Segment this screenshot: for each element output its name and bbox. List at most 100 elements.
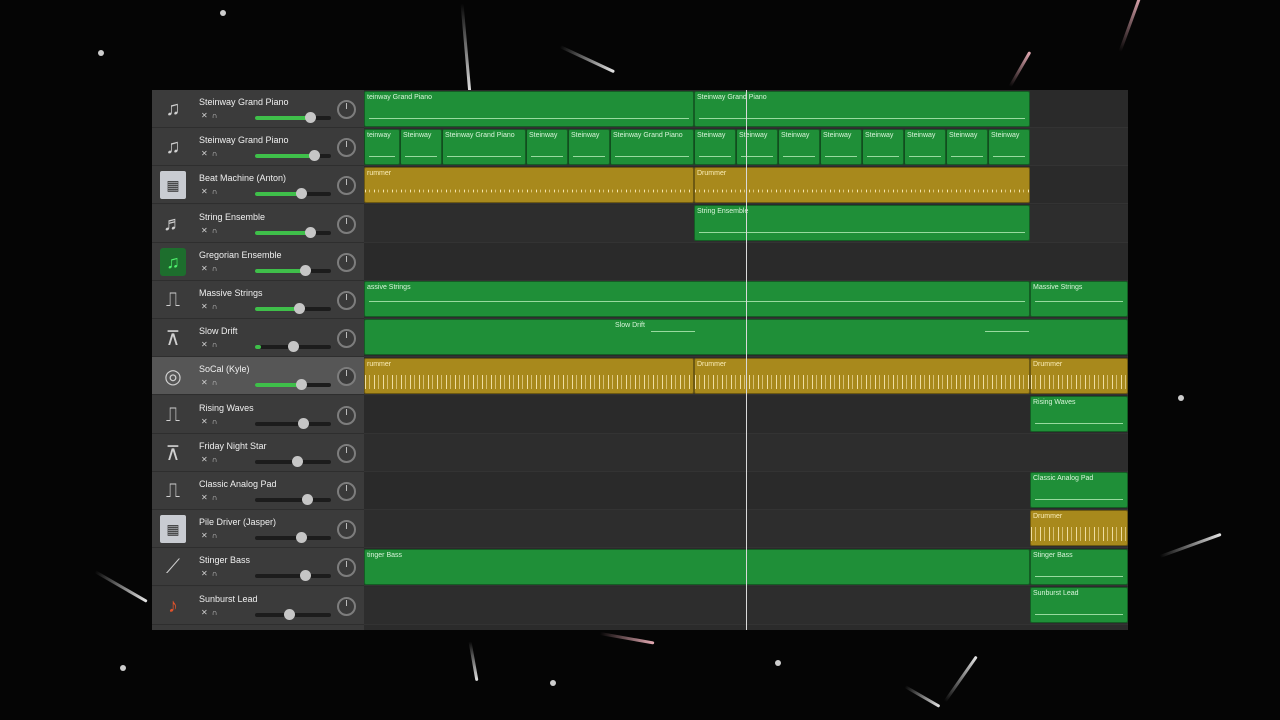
mute-icon[interactable]: ✕	[201, 264, 212, 273]
mute-solo-buttons[interactable]: ✕∩	[201, 531, 221, 540]
mute-icon[interactable]: ✕	[201, 417, 212, 426]
track-header[interactable]: ⎍ Rising Waves ✕∩	[152, 396, 364, 434]
track-header[interactable]: ⎍ Classic Analog Pad ✕∩	[152, 472, 364, 510]
volume-thumb[interactable]	[296, 532, 308, 543]
headphones-icon[interactable]: ∩	[212, 378, 222, 387]
volume-thumb[interactable]	[288, 341, 299, 352]
midi-region[interactable]: Rising Waves	[1030, 396, 1128, 432]
track-header[interactable]: ♫ Steinway Grand Piano ✕∩	[152, 128, 364, 166]
midi-region[interactable]: Steinway	[526, 129, 568, 165]
mute-icon[interactable]: ✕	[201, 149, 212, 158]
pan-knob[interactable]	[337, 176, 356, 195]
midi-region[interactable]: teinway	[364, 129, 400, 165]
track-header[interactable]: ▦ Beat Machine (Anton) ✕∩	[152, 166, 364, 204]
headphones-icon[interactable]: ∩	[212, 569, 222, 578]
midi-region[interactable]: assive Strings	[364, 281, 1030, 317]
midi-region[interactable]: Classic Analog Pad	[1030, 472, 1128, 508]
midi-region[interactable]: Steinway Grand Piano	[694, 91, 1030, 127]
mute-solo-buttons[interactable]: ✕∩	[201, 149, 221, 158]
track-header[interactable]: ⊼ Friday Night Star ✕∩	[152, 434, 364, 472]
midi-region[interactable]: tinger Bass	[364, 549, 1030, 585]
pan-knob[interactable]	[337, 482, 356, 501]
volume-slider[interactable]	[255, 418, 331, 429]
mute-icon[interactable]: ✕	[201, 378, 212, 387]
volume-thumb[interactable]	[295, 379, 307, 390]
volume-slider[interactable]	[255, 456, 331, 467]
volume-slider[interactable]	[255, 341, 331, 352]
mute-solo-buttons[interactable]: ✕∩	[201, 378, 221, 387]
midi-region[interactable]: Steinway Grand Piano	[442, 129, 526, 165]
mute-solo-buttons[interactable]: ✕∩	[201, 187, 221, 196]
mute-solo-buttons[interactable]: ✕∩	[201, 226, 221, 235]
mute-icon[interactable]: ✕	[201, 455, 212, 464]
track-header[interactable]: ♫ Steinway Grand Piano ✕∩	[152, 90, 364, 128]
midi-region[interactable]: Sunburst Lead	[1030, 587, 1128, 623]
playhead[interactable]	[746, 90, 747, 630]
volume-thumb[interactable]	[294, 303, 306, 314]
midi-region[interactable]: Steinway Grand Piano	[610, 129, 694, 165]
midi-region[interactable]: Stinger Bass	[1030, 549, 1128, 585]
track-header[interactable]: ⊼ Slow Drift ✕∩	[152, 319, 364, 357]
headphones-icon[interactable]: ∩	[212, 187, 222, 196]
headphones-icon[interactable]: ∩	[212, 264, 222, 273]
pan-knob[interactable]	[337, 558, 356, 577]
volume-thumb[interactable]	[308, 150, 320, 161]
mute-icon[interactable]: ✕	[201, 111, 212, 120]
drummer-region[interactable]: rummer	[364, 167, 694, 203]
mute-icon[interactable]: ✕	[201, 608, 212, 617]
midi-region[interactable]: String Ensemble	[694, 205, 1030, 241]
mute-solo-buttons[interactable]: ✕∩	[201, 569, 221, 578]
volume-slider[interactable]	[255, 570, 331, 581]
mute-icon[interactable]: ✕	[201, 569, 212, 578]
headphones-icon[interactable]: ∩	[212, 340, 222, 349]
volume-slider[interactable]	[255, 265, 331, 276]
pan-knob[interactable]	[337, 215, 356, 234]
midi-region[interactable]: Steinway	[736, 129, 778, 165]
mute-solo-buttons[interactable]: ✕∩	[201, 340, 221, 349]
mute-icon[interactable]: ✕	[201, 531, 212, 540]
volume-thumb[interactable]	[297, 418, 309, 429]
mute-icon[interactable]: ✕	[201, 493, 212, 502]
pan-knob[interactable]	[337, 520, 356, 539]
volume-slider[interactable]	[255, 379, 331, 390]
track-header[interactable]: ◎ SoCal (Kyle) ✕∩	[152, 357, 364, 395]
volume-thumb[interactable]	[300, 570, 312, 581]
pan-knob[interactable]	[337, 253, 356, 272]
mute-solo-buttons[interactable]: ✕∩	[201, 608, 221, 617]
pan-knob[interactable]	[337, 138, 356, 157]
midi-region[interactable]: Steinway	[568, 129, 610, 165]
drummer-region[interactable]: Drummer	[694, 358, 1030, 394]
pan-knob[interactable]	[337, 100, 356, 119]
mute-solo-buttons[interactable]: ✕∩	[201, 493, 221, 502]
pan-knob[interactable]	[337, 291, 356, 310]
mute-icon[interactable]: ✕	[201, 226, 212, 235]
volume-thumb[interactable]	[302, 494, 314, 505]
volume-slider[interactable]	[255, 150, 331, 161]
track-header[interactable]: ♪ Sunburst Lead ✕∩	[152, 587, 364, 625]
headphones-icon[interactable]: ∩	[212, 226, 222, 235]
volume-thumb[interactable]	[300, 265, 312, 276]
volume-slider[interactable]	[255, 532, 331, 543]
headphones-icon[interactable]: ∩	[212, 493, 222, 502]
midi-region[interactable]: Steinway	[400, 129, 442, 165]
mute-solo-buttons[interactable]: ✕∩	[201, 111, 221, 120]
volume-slider[interactable]	[255, 227, 331, 238]
headphones-icon[interactable]: ∩	[212, 302, 222, 311]
headphones-icon[interactable]: ∩	[212, 531, 222, 540]
midi-region[interactable]: Massive Strings	[1030, 281, 1128, 317]
mute-icon[interactable]: ✕	[201, 302, 212, 311]
volume-thumb[interactable]	[295, 188, 307, 199]
midi-region[interactable]: Steinway	[694, 129, 736, 165]
mute-solo-buttons[interactable]: ✕∩	[201, 417, 221, 426]
headphones-icon[interactable]: ∩	[212, 417, 222, 426]
volume-thumb[interactable]	[284, 609, 296, 620]
volume-slider[interactable]	[255, 494, 331, 505]
pan-knob[interactable]	[337, 406, 356, 425]
mute-icon[interactable]: ✕	[201, 187, 212, 196]
drummer-region[interactable]: Drummer	[1030, 510, 1128, 546]
midi-region[interactable]: Steinway	[904, 129, 946, 165]
headphones-icon[interactable]: ∩	[212, 455, 222, 464]
pan-knob[interactable]	[337, 597, 356, 616]
midi-region[interactable]: Steinway	[862, 129, 904, 165]
drummer-region[interactable]: Drummer	[1030, 358, 1128, 394]
